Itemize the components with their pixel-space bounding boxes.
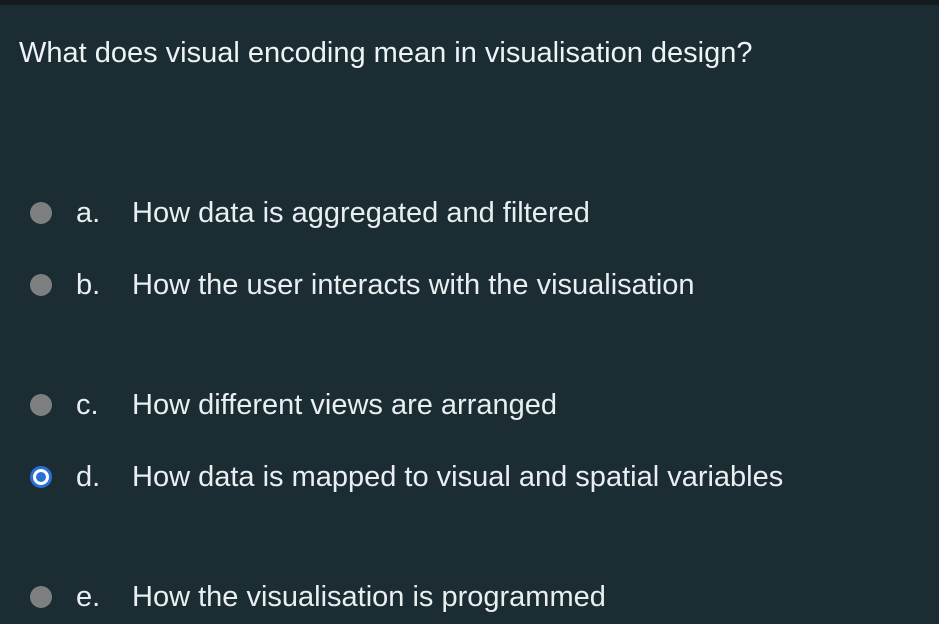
answer-option-b[interactable]: b. How the user interacts with the visua… (30, 265, 695, 305)
top-border (0, 0, 939, 5)
option-label-c[interactable]: How different views are arranged (132, 385, 557, 425)
option-label-a[interactable]: How data is aggregated and filtered (132, 193, 590, 233)
option-letter-c: c. (76, 389, 99, 421)
option-label-d[interactable]: How data is mapped to visual and spatial… (132, 457, 783, 497)
answer-option-e[interactable]: e. How the visualisation is programmed (30, 577, 606, 617)
option-label-e[interactable]: How the visualisation is programmed (132, 577, 606, 617)
radio-button-c[interactable] (30, 394, 52, 416)
radio-button-d-selected[interactable] (30, 466, 52, 488)
option-letter-e: e. (76, 581, 101, 613)
answer-option-a[interactable]: a. How data is aggregated and filtered (30, 193, 590, 233)
option-letter-b: b. (76, 269, 101, 301)
radio-button-b[interactable] (30, 274, 52, 296)
answer-option-d[interactable]: d. How data is mapped to visual and spat… (30, 457, 783, 497)
option-letter-a: a. (76, 197, 101, 229)
answer-option-c[interactable]: c. How different views are arranged (30, 385, 557, 425)
radio-button-a[interactable] (30, 202, 52, 224)
option-label-b[interactable]: How the user interacts with the visualis… (132, 265, 695, 305)
option-letter-d: d. (76, 461, 101, 493)
question-text: What does visual encoding mean in visual… (19, 37, 753, 69)
radio-button-e[interactable] (30, 586, 52, 608)
